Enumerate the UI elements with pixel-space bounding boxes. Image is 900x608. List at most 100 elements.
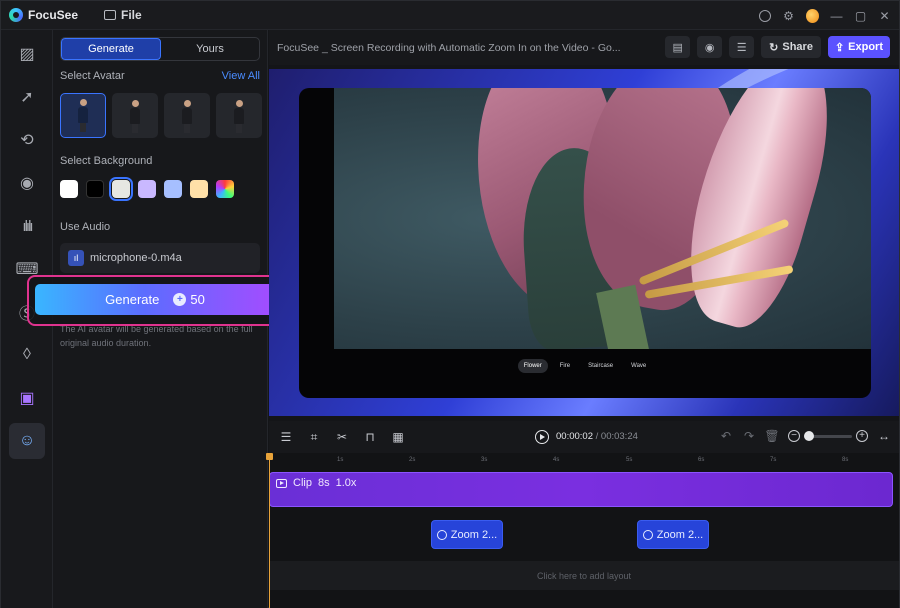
export-button[interactable]: ⇪ Export (827, 36, 890, 58)
share-button[interactable]: ↻ Share (761, 36, 821, 58)
zoom-segment-icon (436, 529, 447, 540)
panel-tabs: Generate Yours (60, 37, 260, 61)
credit-cost-value: 50 (190, 292, 205, 307)
playhead-handle[interactable] (266, 453, 273, 460)
effect-tab-flower[interactable]: Flower (517, 359, 548, 373)
add-layout-track[interactable]: Click here to add layout (269, 561, 899, 590)
background-swatches (60, 177, 234, 201)
generate-button[interactable]: Generate + 50 (35, 284, 275, 315)
focusee-logo-icon (9, 8, 23, 22)
track-settings-icon[interactable]: ☰ (279, 430, 293, 444)
playhead[interactable] (266, 453, 273, 608)
video-preview[interactable]: Flower Fire Staircase Wave (269, 69, 899, 416)
ruler-tick: 2s (409, 457, 416, 463)
ruler-tick: 4s (553, 457, 560, 463)
avatar-option[interactable] (164, 93, 210, 138)
delete-trash-icon[interactable]: 🗑 (764, 429, 779, 443)
adjust-sliders-icon[interactable]: ☰ (729, 36, 755, 58)
app-name: FocuSee (28, 8, 79, 22)
cursor-tool-icon[interactable]: ➚ (9, 79, 45, 115)
timeline-zoom: − + (788, 430, 868, 442)
view-all-link[interactable]: View All (222, 70, 260, 82)
cut-scissors-icon[interactable]: ✂ (335, 430, 349, 444)
path-tool-icon[interactable]: ⟲ (9, 122, 45, 158)
timeline[interactable]: 1s 2s 3s 4s 5s 6s 7s 8s Clip 8s 1.0x Zoo… (266, 453, 899, 608)
share-icon: ↻ (769, 41, 779, 54)
clip-label: Clip 8s 1.0x (276, 477, 356, 489)
background-tool-icon[interactable]: ▨ (9, 36, 45, 72)
title-bar: FocuSee File ⚙ — ▢ ✕ (1, 1, 899, 30)
play-icon[interactable] (535, 430, 549, 444)
tab-yours[interactable]: Yours (161, 38, 259, 60)
fit-width-icon[interactable]: ↔ (877, 429, 891, 443)
ruler-tick: 5s (626, 457, 633, 463)
timeline-zoom-slider[interactable] (804, 431, 852, 441)
redo-icon[interactable]: ↷ (742, 429, 756, 443)
editor-toolbar: FocuSee _ Screen Recording with Automati… (269, 30, 899, 65)
subtitle-icon[interactable]: ▤ (665, 36, 691, 58)
background-swatch-gray[interactable] (109, 177, 133, 201)
credit-coin-icon: + (173, 293, 187, 306)
clip-duration: 8s (317, 477, 330, 489)
zoom-segment[interactable]: Zoom 2... (637, 520, 709, 549)
crop-icon[interactable]: ⌗ (307, 430, 321, 444)
document-title: FocuSee _ Screen Recording with Automati… (277, 41, 621, 54)
close-icon[interactable]: ✕ (878, 9, 891, 23)
effects-drop-icon[interactable]: ◊ (9, 337, 45, 373)
background-swatch-rainbow[interactable] (216, 180, 234, 198)
effect-tab-fire[interactable]: Fire (554, 359, 576, 373)
file-menu[interactable]: File (104, 8, 142, 22)
avatar-option[interactable] (112, 93, 158, 138)
zoom-segment-label: Zoom 2... (450, 528, 498, 541)
tab-generate[interactable]: Generate (61, 38, 161, 60)
zoom-out-icon[interactable]: − (788, 430, 800, 442)
background-swatch-blue[interactable] (164, 180, 182, 198)
avatar-option[interactable] (216, 93, 262, 138)
background-swatch-lavender[interactable] (138, 180, 156, 198)
preview-eye-icon[interactable]: ◉ (697, 36, 723, 58)
avatar-option[interactable] (60, 93, 106, 138)
avatar-tool-icon[interactable]: ☺ (9, 423, 45, 459)
ai-badge-icon[interactable]: ▣ (9, 380, 45, 416)
minimize-icon[interactable]: — (830, 9, 843, 23)
add-layout-hint: Click here to add layout (536, 570, 632, 581)
clip-speed: 1.0x (335, 477, 357, 489)
use-audio-label: Use Audio (60, 221, 111, 233)
ruler-tick: 6s (698, 457, 705, 463)
maximize-icon[interactable]: ▢ (854, 9, 867, 23)
chat-icon[interactable] (758, 9, 771, 22)
app-logo: FocuSee (9, 8, 78, 22)
video-clip[interactable]: Clip 8s 1.0x (269, 472, 893, 507)
layout-icon[interactable]: ⊓ (363, 430, 377, 444)
folder-icon (104, 10, 117, 20)
zoom-in-icon[interactable]: + (856, 430, 868, 442)
ruler-tick: 8s (842, 457, 849, 463)
edit-tools: ☰ ⌗ ✂ ⊓ ▦ (279, 430, 405, 445)
slider-handle[interactable] (804, 431, 814, 441)
mosaic-icon[interactable]: ▦ (391, 430, 405, 444)
generation-note: The AI avatar will be generated based on… (60, 324, 253, 348)
audio-file-icon: ıl (68, 250, 84, 266)
background-swatch-white[interactable] (60, 180, 78, 198)
effect-tab-staircase[interactable]: Staircase (582, 359, 619, 373)
background-swatch-peach[interactable] (190, 180, 208, 198)
select-avatar-label: Select Avatar (60, 70, 125, 82)
current-time: 00:00:02 (556, 431, 593, 442)
preview-stage: Flower Fire Staircase Wave (299, 88, 871, 398)
settings-gear-icon[interactable]: ⚙ (782, 9, 795, 23)
export-icon: ⇪ (834, 41, 845, 54)
zoom-segment[interactable]: Zoom 2... (431, 520, 503, 549)
editor-actions: ▤ ◉ ☰ ↻ Share ⇪ Export (665, 36, 890, 58)
audio-waveform-icon[interactable]: ılılı (9, 208, 45, 244)
effect-tab-wave[interactable]: Wave (625, 359, 652, 373)
clip-name: Clip (293, 477, 312, 489)
webcam-tool-icon[interactable]: ◉ (9, 165, 45, 201)
ruler-tick: 3s (481, 457, 488, 463)
background-swatch-black[interactable] (86, 180, 104, 198)
zoom-segment-label: Zoom 2... (656, 528, 704, 541)
premium-crown-icon[interactable] (806, 8, 819, 23)
undo-icon[interactable]: ↶ (719, 429, 733, 443)
zoom-segment-icon (642, 529, 653, 540)
generate-label: Generate (105, 292, 160, 307)
audio-file-row[interactable]: ıl microphone-0.m4a (60, 243, 260, 273)
